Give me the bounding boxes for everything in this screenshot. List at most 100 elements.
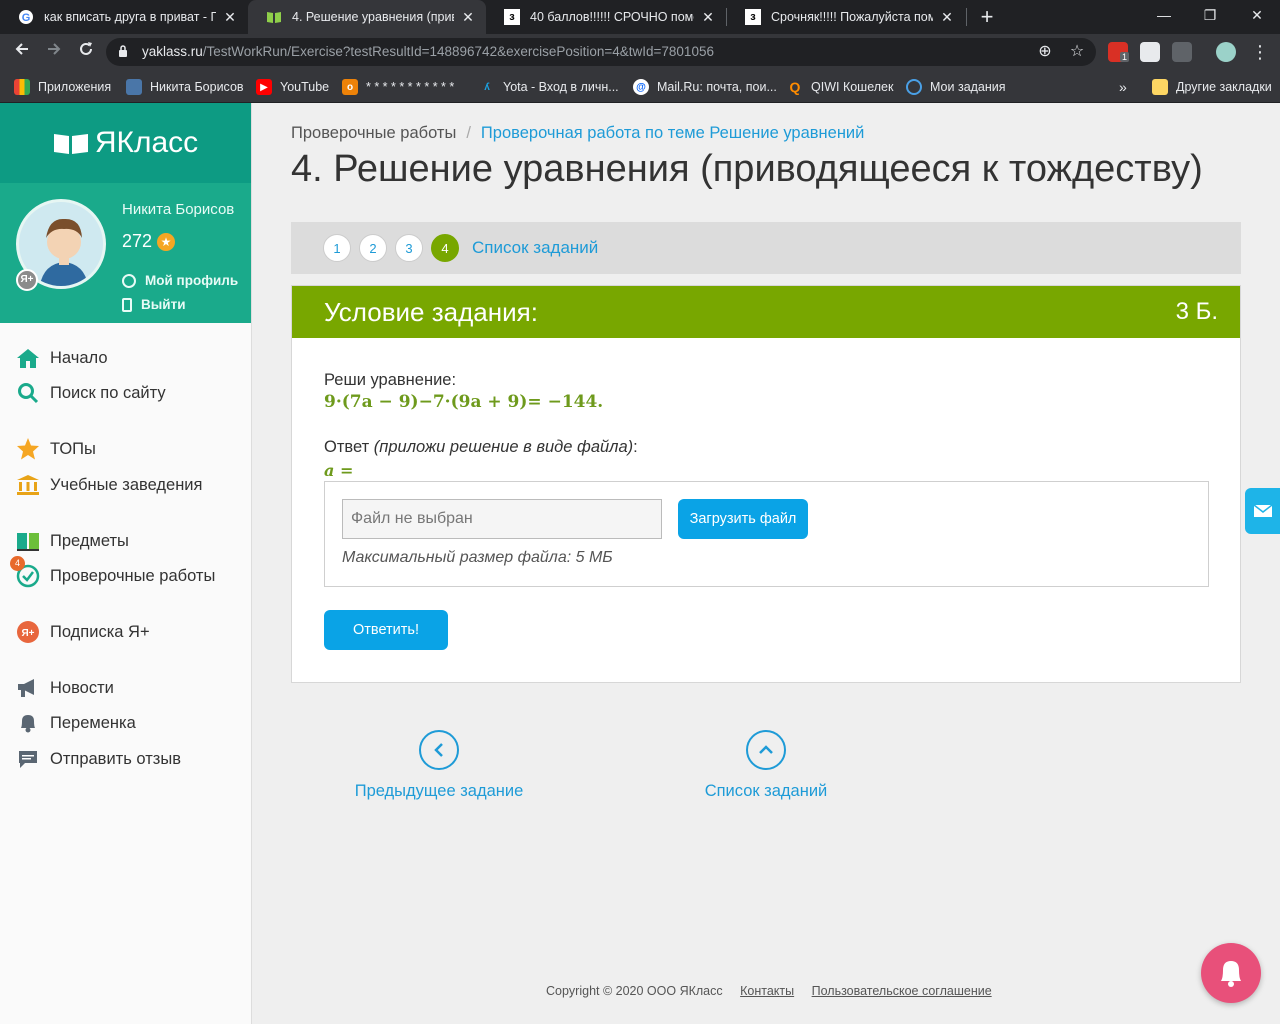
bookmark-label: Никита Борисов: [150, 80, 244, 94]
extension-adblock-icon[interactable]: 1: [1108, 42, 1130, 62]
bottom-task-list-link[interactable]: Список заданий: [700, 730, 832, 801]
task-header-title: Условие задания:: [324, 296, 538, 327]
yaklass-icon: [266, 9, 282, 25]
logout-link-label: Выйти: [141, 297, 186, 312]
upload-file-button[interactable]: Загрузить файл: [678, 499, 808, 539]
bookmark-item[interactable]: ▶ YouTube: [256, 77, 329, 97]
sidebar-item-label: Проверочные работы: [50, 566, 216, 585]
bookmark-label: Mail.Ru: почта, пои...: [657, 80, 777, 94]
mailru-icon: @: [633, 79, 649, 95]
notifications-bell-button[interactable]: [1201, 943, 1261, 1003]
bookmark-apps[interactable]: Приложения: [14, 77, 111, 97]
new-tab-button[interactable]: +: [975, 4, 999, 30]
bookmark-item[interactable]: Мои задания: [906, 77, 1006, 97]
bookmark-label: * * * * * * * * * * *: [366, 80, 455, 94]
check-icon: 4: [10, 556, 40, 588]
logout-link[interactable]: Выйти: [122, 297, 186, 312]
bookmark-item[interactable]: Q QIWI Кошелек: [787, 77, 894, 97]
folder-icon: [1152, 79, 1168, 95]
user-agreement-link[interactable]: Пользовательское соглашение: [812, 984, 992, 998]
answer-label-text: Ответ: [324, 438, 370, 456]
sidebar-item-news[interactable]: Новости: [16, 674, 114, 702]
sidebar-item-schools[interactable]: Учебные заведения: [16, 471, 202, 499]
add-to-home-icon[interactable]: ⊕: [1036, 43, 1054, 61]
breadcrumb-tests[interactable]: Проверочные работы: [291, 124, 456, 142]
close-icon[interactable]: ✕: [700, 9, 716, 26]
question-number-3[interactable]: 3: [395, 234, 423, 262]
bookmark-item[interactable]: Никита Борисов: [126, 77, 244, 97]
close-icon[interactable]: ✕: [222, 9, 238, 26]
lock-icon: [119, 45, 127, 57]
bell-icon: [16, 711, 40, 735]
profile-panel: Я+ Никита Борисов 272 ★ Мой профиль Выйти: [0, 183, 251, 323]
sidebar-item-tests[interactable]: 4 Проверочные работы: [10, 556, 216, 590]
page-title: 4. Решение уравнения (приводящееся к тож…: [291, 148, 1203, 190]
breadcrumb: Проверочные работы / Проверочная работа по…: [291, 124, 864, 143]
back-button[interactable]: [10, 40, 34, 64]
close-window-button[interactable]: ✕: [1234, 0, 1280, 32]
sidebar-item-label: Поиск по сайту: [50, 383, 166, 402]
close-icon[interactable]: ✕: [460, 9, 476, 26]
task-list-label: Список заданий: [704, 782, 828, 800]
question-number-4-current[interactable]: 4: [431, 234, 459, 262]
sidebar-item-feedback[interactable]: Отправить отзыв: [16, 745, 181, 773]
ya-plus-badge-icon: Я+: [16, 269, 38, 291]
close-icon[interactable]: ✕: [939, 9, 955, 26]
bookmark-item[interactable]: o * * * * * * * * * * *: [342, 77, 454, 97]
breadcrumb-test-link[interactable]: Проверочная работа по теме Решение уравн…: [481, 124, 864, 142]
submit-answer-button[interactable]: Ответить!: [324, 610, 448, 650]
contacts-link[interactable]: Контакты: [740, 984, 794, 998]
browser-tab[interactable]: G как вписать друга в приват - По ✕: [0, 0, 248, 34]
bookmark-item[interactable]: @ Mail.Ru: почта, пои...: [633, 77, 777, 97]
previous-task-link[interactable]: Предыдущее задание: [352, 730, 526, 801]
task-points: 3 Б.: [1175, 298, 1218, 325]
feedback-mail-button[interactable]: [1245, 488, 1280, 534]
sidebar-item-break[interactable]: Переменка: [16, 709, 136, 737]
forward-button[interactable]: [42, 40, 66, 64]
bookmark-item[interactable]: ʎ Yota - Вход в личн...: [479, 77, 619, 97]
answer-variable: a =: [324, 461, 354, 480]
extension-cube-icon[interactable]: [1172, 42, 1192, 62]
bookmark-label: Мои задания: [930, 80, 1006, 94]
task-list-link[interactable]: Список заданий: [472, 238, 598, 258]
browser-tab[interactable]: з Срочняк!!!!! Пожалуйста помог ✕: [727, 0, 965, 34]
extension-badge: 1: [1120, 52, 1130, 62]
minimize-button[interactable]: —: [1141, 0, 1187, 32]
other-bookmarks-folder[interactable]: Другие закладки: [1152, 77, 1272, 97]
user-name[interactable]: Никита Борисов: [122, 201, 234, 218]
more-bookmarks-button[interactable]: »: [1119, 77, 1127, 97]
znanija-icon: з: [745, 9, 761, 25]
reload-button[interactable]: [74, 40, 98, 64]
extension-incognito-icon[interactable]: [1140, 42, 1160, 62]
menu-dots-icon[interactable]: ⋮: [1248, 40, 1272, 64]
bell-icon: [1221, 961, 1241, 987]
browser-tab[interactable]: з 40 баллов!!!!!! СРОЧНО помоги ✕: [486, 0, 726, 34]
profile-icon: [122, 273, 136, 288]
logout-icon: [122, 297, 132, 312]
sidebar-item-label: ТОПы: [50, 439, 96, 458]
home-icon: [16, 346, 40, 370]
znanija-icon: з: [504, 9, 520, 25]
sidebar-item-search[interactable]: Поиск по сайту: [16, 379, 166, 407]
chat-icon: [126, 79, 142, 95]
file-input[interactable]: Файл не выбран: [342, 499, 662, 539]
logo-text: ЯКласс: [94, 126, 199, 159]
task-header: Условие задания: 3 Б.: [292, 286, 1240, 338]
question-number-1[interactable]: 1: [323, 234, 351, 262]
address-bar[interactable]: yaklass.ru/TestWorkRun/Exercise?testResu…: [106, 38, 1096, 66]
my-profile-link[interactable]: Мой профиль: [122, 273, 238, 288]
browser-tab-active[interactable]: 4. Решение уравнения (привод ✕: [248, 0, 486, 34]
sidebar-item-tops[interactable]: ТОПы: [16, 435, 96, 463]
restore-button[interactable]: ❐: [1187, 0, 1233, 32]
sidebar-item-subscription[interactable]: Я+ Подписка Я+: [16, 618, 150, 646]
site-logo[interactable]: ЯКласс: [0, 103, 251, 183]
svg-text:G: G: [22, 12, 31, 24]
profile-avatar-icon[interactable]: [1216, 42, 1236, 62]
bookmark-star-icon[interactable]: ☆: [1068, 43, 1086, 61]
bookmark-label: Yota - Вход в личн...: [503, 80, 619, 94]
sidebar-item-subjects[interactable]: Предметы: [16, 527, 129, 555]
sidebar-item-home[interactable]: Начало: [16, 344, 108, 372]
book-logo-icon: [53, 134, 88, 154]
yota-icon: ʎ: [484, 81, 490, 93]
question-number-2[interactable]: 2: [359, 234, 387, 262]
